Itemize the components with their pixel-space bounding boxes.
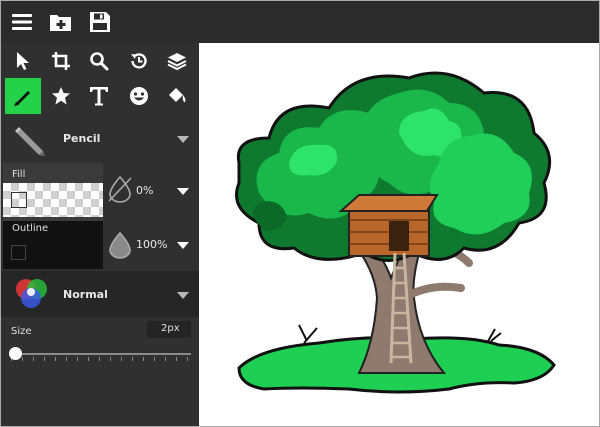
tool-history[interactable]	[121, 43, 157, 79]
fill-preview-box	[11, 192, 27, 208]
pencil-brush-icon	[15, 127, 45, 156]
save-button[interactable]	[85, 7, 115, 37]
fill-opacity-value[interactable]: 0%	[136, 184, 153, 197]
blend-dropdown-arrow	[177, 292, 189, 299]
open-project-button[interactable]	[46, 7, 76, 37]
size-slider-thumb[interactable]	[9, 347, 22, 360]
tool-sticker[interactable]	[121, 78, 157, 114]
fill-row: Fill 0%	[1, 163, 199, 221]
size-value-field[interactable]: 2px	[147, 321, 191, 338]
fill-label: Fill	[12, 169, 26, 180]
text-icon	[90, 87, 108, 106]
tool-pencil[interactable]	[5, 78, 41, 114]
fill-opacity-icon	[108, 175, 132, 203]
blend-mode-name: Normal	[63, 288, 108, 301]
outline-opacity-icon	[109, 231, 131, 259]
fill-swatch-panel[interactable]: Fill	[3, 163, 103, 221]
blend-mode-selector[interactable]: Normal	[1, 271, 199, 317]
add-folder-icon	[50, 15, 71, 31]
pencil-icon	[14, 91, 30, 106]
outline-label: Outline	[12, 223, 49, 234]
blend-mode-icon	[16, 279, 47, 308]
tool-shape[interactable]	[43, 78, 79, 114]
brush-dropdown-arrow	[177, 136, 189, 143]
layers-icon	[167, 53, 187, 71]
outline-opacity-dropdown-arrow[interactable]	[177, 242, 189, 249]
size-value: 2px	[161, 323, 180, 334]
brush-name: Pencil	[63, 132, 101, 145]
zoom-icon	[90, 52, 109, 71]
top-toolbar	[1, 1, 599, 43]
size-control: Size 2px	[1, 319, 199, 367]
outline-row: Outline 100%	[1, 221, 199, 271]
treehouse-artwork	[235, 71, 556, 394]
app-window: Pencil Fill 0% Outline 100% Normal Size …	[0, 0, 600, 427]
menu-button[interactable]	[7, 7, 37, 37]
menu-icon	[12, 14, 32, 30]
select-icon	[17, 52, 29, 70]
tool-select[interactable]	[5, 43, 41, 79]
brush-selector[interactable]: Pencil	[1, 117, 199, 161]
tool-crop[interactable]	[43, 43, 79, 79]
fill-opacity-dropdown-arrow[interactable]	[177, 188, 189, 195]
tool-sidebar: Pencil Fill 0% Outline 100% Normal Size …	[1, 43, 199, 426]
size-slider-track[interactable]	[11, 353, 191, 355]
outline-swatch-panel[interactable]: Outline	[3, 221, 103, 269]
drawing-canvas[interactable]	[199, 43, 599, 426]
size-slider-ticks	[11, 357, 191, 361]
outline-preview-box	[11, 245, 26, 260]
fill-color-swatch	[3, 183, 103, 217]
tool-fill[interactable]	[159, 78, 195, 114]
tool-text[interactable]	[81, 78, 117, 114]
tool-zoom[interactable]	[81, 43, 117, 79]
save-icon	[90, 12, 110, 32]
crop-icon	[52, 52, 70, 70]
star-icon	[52, 87, 70, 105]
outline-opacity-value[interactable]: 100%	[136, 238, 167, 251]
tool-layers[interactable]	[159, 43, 195, 79]
fill-bucket-icon	[169, 88, 186, 103]
emoji-icon	[130, 87, 148, 105]
size-label: Size	[11, 326, 32, 337]
history-icon	[131, 53, 147, 69]
